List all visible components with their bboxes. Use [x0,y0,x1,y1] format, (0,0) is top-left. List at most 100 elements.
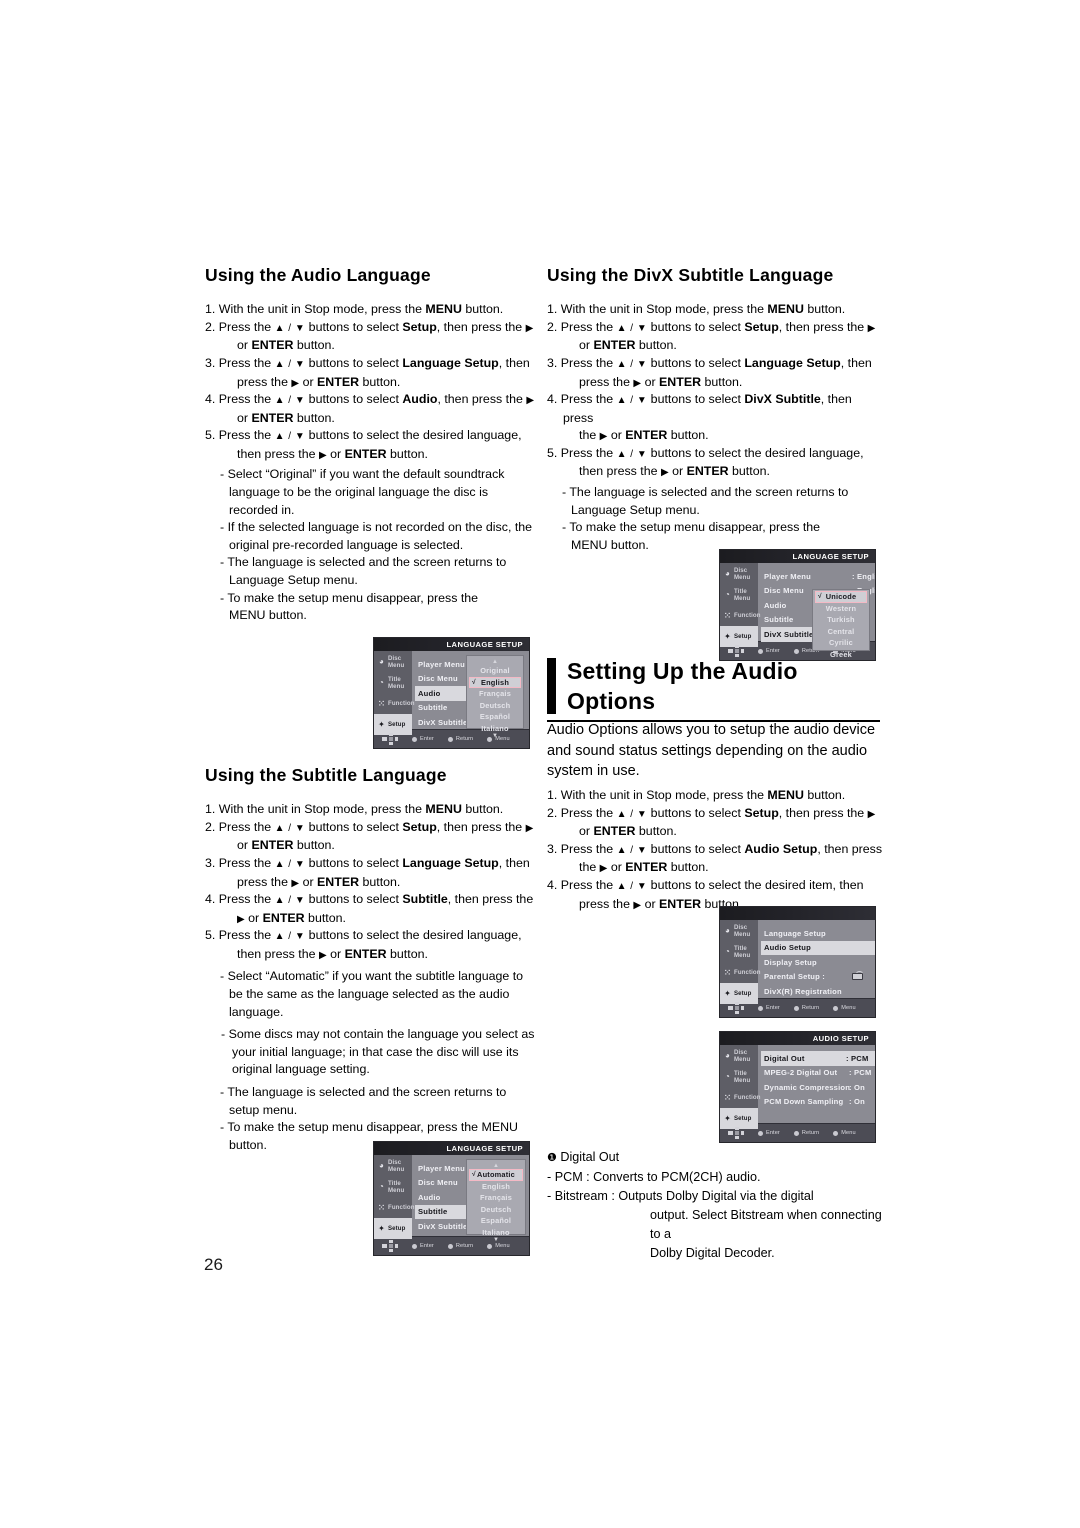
dropdown-item-espanol[interactable]: Español [469,1215,523,1227]
rail-item-disc-menu[interactable]: ◕ Disc Menu [374,1155,412,1176]
footer-enter: Enter [758,1005,780,1011]
dropdown-item-western[interactable]: Western [815,603,867,615]
rail-item-disc-menu[interactable]: ◕ Disc Menu [720,563,758,584]
subtitle-language-section: Using the Subtitle Language 1. With the … [205,765,535,1154]
dropdown-item-automatic[interactable]: √ Automatic [469,1169,523,1181]
osd-row-pcm-down-sampling[interactable]: PCM Down Sampling: On [764,1095,875,1110]
dpad-icon [728,1002,746,1014]
rail-item-title-menu[interactable]: ◔ Title Menu [720,941,758,962]
dropdown-item-unicode[interactable]: √ Unicode [815,591,867,603]
rail-item-setup[interactable]: ✦ Setup [720,1108,758,1129]
rail-item-title-menu[interactable]: ◔ Title Menu [374,672,412,693]
function-icon: ⁙ [724,610,731,620]
dpad-icon [382,1240,400,1252]
scroll-down-icon[interactable]: ▼ [469,733,521,739]
rail-item-title-menu[interactable]: ◔ Title Menu [720,1066,758,1087]
dropdown-item-original[interactable]: Original [469,665,521,677]
dropdown-item-francais[interactable]: Français [469,688,521,700]
step-4: 4. Press the ▲ / ▼ buttons to select Div… [547,392,852,443]
osd-row-audio-setup[interactable]: Audio Setup▶ [761,940,875,955]
footer-enter: Enter [412,736,434,742]
rail-item-disc-menu[interactable]: ◕ Disc Menu [720,920,758,941]
step-4: 4. Press the ▲ / ▼ buttons to select Sub… [205,892,534,925]
rail-item-setup[interactable]: ✦ Setup [720,983,758,1004]
osd-row-parental-setup[interactable]: Parental Setup :▶ [764,970,875,985]
subtitle-language-dropdown[interactable]: ▲ √ Automatic English Français Deutsch Es… [466,1159,526,1243]
osd-row-language-setup[interactable]: Language Setup▶ [764,926,875,941]
osd-row-dynamic-compression[interactable]: Dynamic Compression: On [764,1080,875,1095]
bullet-marker-1: ❶ [547,1152,557,1164]
bullet-1: - Select “Original” if you want the defa… [220,467,505,517]
audio-language-dropdown[interactable]: ▲ Original √ English Français Deutsch Esp… [466,655,524,739]
setup-icon: ✦ [724,631,731,641]
osd-titlebar [720,907,875,920]
subtitle-language-heading: Using the Subtitle Language [205,765,447,785]
osd-body: ◕ Disc Menu ◔ Title Menu ⁙ Function ✦ Setup … [720,563,875,659]
divx-subtitle-heading: Using the DivX Subtitle Language [547,265,834,285]
dropdown-item-deutsch[interactable]: Deutsch [469,700,521,712]
dropdown-item-francais[interactable]: Français [469,1192,523,1204]
rail-item-setup[interactable]: ✦ Setup [720,626,758,647]
dropdown-item-turkish[interactable]: Turkish [815,614,867,626]
rail-item-title-menu[interactable]: ◔ Title Menu [374,1176,412,1197]
bullet-2: - Some discs may not contain the languag… [221,1027,535,1077]
dropdown-item-central[interactable]: Central [815,626,867,638]
digital-out-note: ❶ Digital Out - PCM : Converts to PCM(2C… [547,1148,892,1263]
step-2: 2. Press the ▲ / ▼ buttons to select Set… [205,319,534,353]
rail-item-function[interactable]: ⁙ Function [720,962,760,983]
osd-titlebar: AUDIO SETUP [720,1032,875,1045]
osd-rail: ◕ Disc Menu ◔ Title Menu ⁙ Function ✦ Setup [720,920,760,1004]
step-1: 1. With the unit in Stop mode, press the… [205,302,504,317]
footer-enter: Enter [758,648,780,654]
title-menu-icon: ◔ [379,677,384,687]
check-icon: √ [472,1171,476,1178]
setup-icon: ✦ [378,719,385,729]
rail-item-function[interactable]: ⁙ Function [374,693,414,714]
rail-item-disc-menu[interactable]: ◕ Disc Menu [374,651,412,672]
osd-titlebar: LANGUAGE SETUP [374,1142,529,1155]
page-number: 26 [204,1255,223,1274]
disc-menu-icon: ◕ [379,656,384,666]
dropdown-item-deutsch[interactable]: Deutsch [469,1204,523,1216]
footer-menu: Menu [487,1243,510,1249]
osd-row-digital-out[interactable]: Digital Out: PCM [761,1051,875,1066]
dropdown-item-italiano[interactable]: Italiano [469,723,521,735]
osd-title: LANGUAGE SETUP [792,552,869,561]
function-icon: ⁙ [724,1092,731,1102]
rail-item-setup[interactable]: ✦ Setup [374,714,412,735]
osd-row-player-menu[interactable]: Player Menu: English [764,569,875,584]
dropdown-item-italiano[interactable]: Italiano [469,1227,523,1239]
title-menu-icon: ◔ [725,1071,730,1081]
osd-row-divx-registration[interactable]: DivX(R) Registration▶ [764,984,875,999]
step-2: 2. Press the ▲ / ▼ buttons to select Set… [547,319,876,353]
scroll-down-icon[interactable]: ▼ [469,1237,523,1243]
osd-audio-setup: AUDIO SETUP ◕ Disc Menu ◔ Title Menu ⁙ Func… [719,1031,876,1143]
dpad-icon [382,733,400,745]
title-menu-icon: ◔ [379,1181,384,1191]
osd-titlebar: LANGUAGE SETUP [374,638,529,651]
osd-row-display-setup[interactable]: Display Setup▶ [764,955,875,970]
osd-body: ◕ Disc Menu ◔ Title Menu ⁙ Function ✦ Setup … [720,1045,875,1129]
function-icon: ⁙ [378,698,385,708]
rail-item-function[interactable]: ⁙ Function [720,605,760,626]
step-3: 3. Press the ▲ / ▼ buttons to select Lan… [205,355,530,389]
dropdown-item-espanol[interactable]: Español [469,711,521,723]
lock-icon [852,970,863,980]
footer-return: Return [793,1005,819,1011]
rail-item-setup[interactable]: ✦ Setup [374,1218,412,1239]
dropdown-item-english[interactable]: English [469,1181,523,1193]
osd-row-mpeg2-digital-out[interactable]: MPEG-2 Digital Out: PCM [764,1066,875,1081]
footer-enter: Enter [412,1243,434,1249]
footer-return: Return [793,1130,819,1136]
rail-item-function[interactable]: ⁙ Function [374,1197,414,1218]
osd-rail: ◕ Disc Menu ◔ Title Menu ⁙ Function ✦ Setup [720,563,760,647]
divx-subtitle-dropdown[interactable]: √ Unicode Western Turkish Central Cyrilic… [812,589,870,659]
step-2: 2. Press the ▲ / ▼ buttons to select Set… [547,805,876,839]
rail-item-title-menu[interactable]: ◔ Title Menu [720,584,758,605]
dropdown-item-cyrilic[interactable]: Cyrilic [815,637,867,649]
disc-menu-icon: ◕ [725,568,730,578]
dropdown-item-english[interactable]: √ English [469,676,521,688]
rail-item-disc-menu[interactable]: ◕ Disc Menu [720,1045,758,1066]
osd-setup-menu: ◕ Disc Menu ◔ Title Menu ⁙ Function ✦ Setup … [719,906,876,1018]
rail-item-function[interactable]: ⁙ Function [720,1087,760,1108]
